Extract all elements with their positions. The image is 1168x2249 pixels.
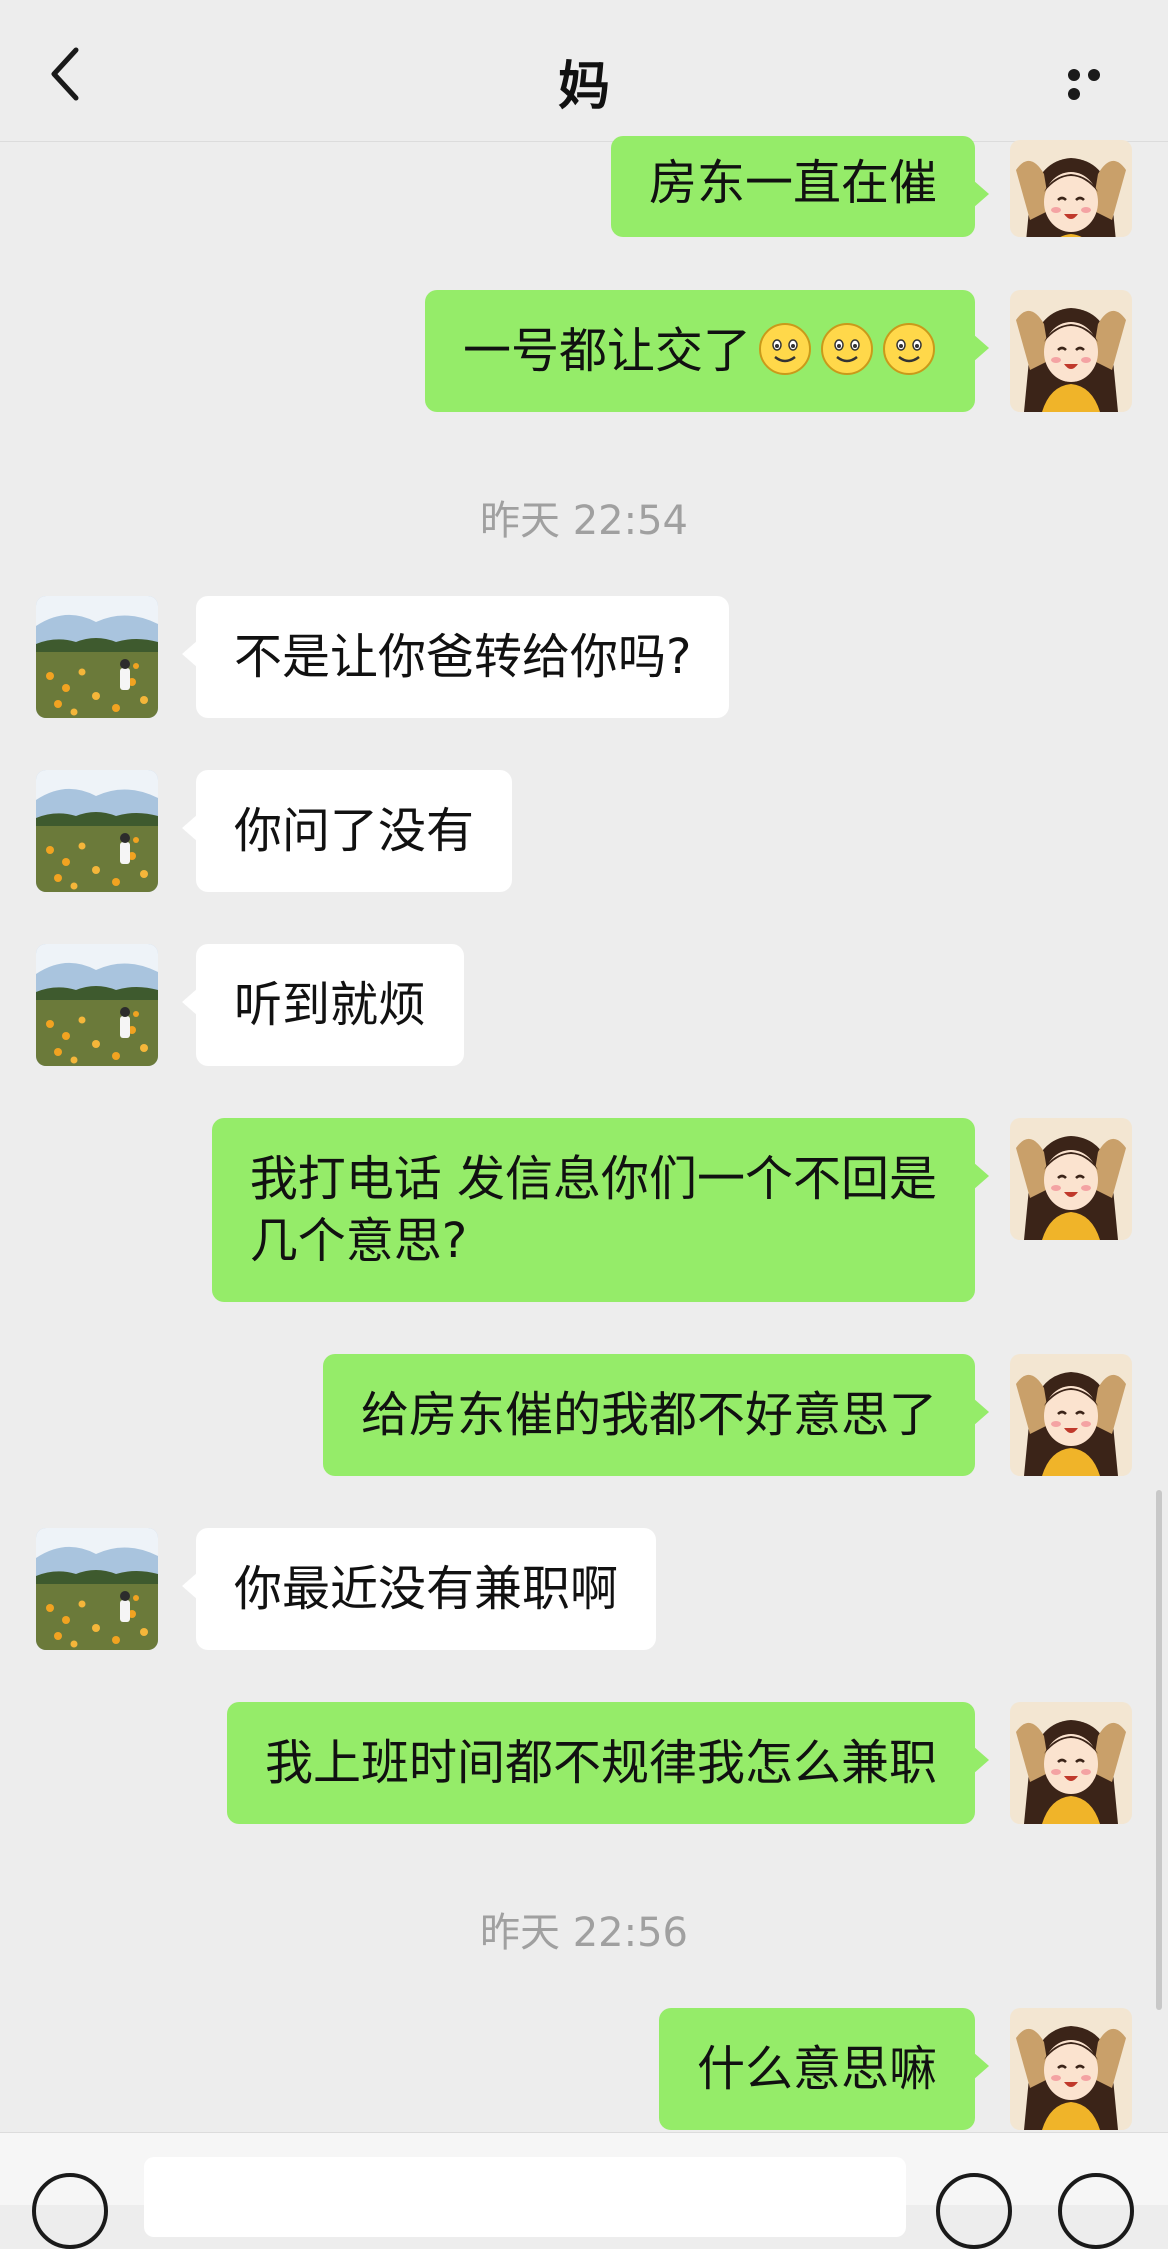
my-avatar[interactable]	[1010, 1354, 1132, 1476]
my-avatar[interactable]	[1010, 2008, 1132, 2130]
message-bubble[interactable]: 听到就烦	[181, 944, 465, 1066]
emoji-icon[interactable]	[936, 2173, 1012, 2249]
timestamp: 昨天 22:54	[480, 498, 688, 544]
smile-emoji-icon	[881, 321, 937, 377]
my-avatar[interactable]	[1010, 140, 1132, 237]
message-bubble[interactable]: 你最近没有兼职啊	[181, 1528, 657, 1650]
contact-avatar[interactable]	[36, 596, 158, 718]
chat-title: 妈	[557, 57, 610, 117]
message-input[interactable]	[144, 2157, 906, 2237]
contact-avatar[interactable]	[36, 1528, 158, 1650]
message-bubble[interactable]: 房东一直在催	[610, 136, 990, 237]
message-bubble[interactable]: 不是让你爸转给你吗?	[181, 596, 730, 718]
message-text: 一号都让交了	[462, 323, 751, 379]
message-bubble[interactable]: 什么意思嘛	[658, 2008, 990, 2130]
contact-avatar[interactable]	[36, 770, 158, 892]
chat-header: 妈	[0, 0, 1168, 142]
message-bubble[interactable]: 你问了没有	[181, 770, 513, 892]
contact-avatar[interactable]	[36, 944, 158, 1066]
timestamp: 昨天 22:56	[480, 1910, 688, 1956]
message-bubble[interactable]: 我打电话 发信息你们一个不回是 几个意思?	[211, 1118, 990, 1302]
smile-emoji-icon	[757, 321, 813, 377]
more-button[interactable]	[1068, 66, 1126, 100]
smile-emoji-icon	[819, 321, 875, 377]
my-avatar[interactable]	[1010, 1702, 1132, 1824]
message-bubble[interactable]: 一号都让交了	[424, 290, 990, 412]
message-line: 几个意思?	[249, 1213, 468, 1269]
voice-icon[interactable]	[32, 2173, 108, 2249]
message-bubble[interactable]: 我上班时间都不规律我怎么兼职	[226, 1702, 990, 1824]
input-bar	[0, 2132, 1168, 2249]
message-line: 我打电话 发信息你们一个不回是	[249, 1151, 937, 1207]
scrollbar[interactable]	[1156, 1490, 1162, 2010]
plus-icon[interactable]	[1058, 2173, 1134, 2249]
my-avatar[interactable]	[1010, 290, 1132, 412]
message-bubble[interactable]: 给房东催的我都不好意思了	[322, 1354, 990, 1476]
more-dots-icon	[1068, 69, 1080, 81]
my-avatar[interactable]	[1010, 1118, 1132, 1240]
